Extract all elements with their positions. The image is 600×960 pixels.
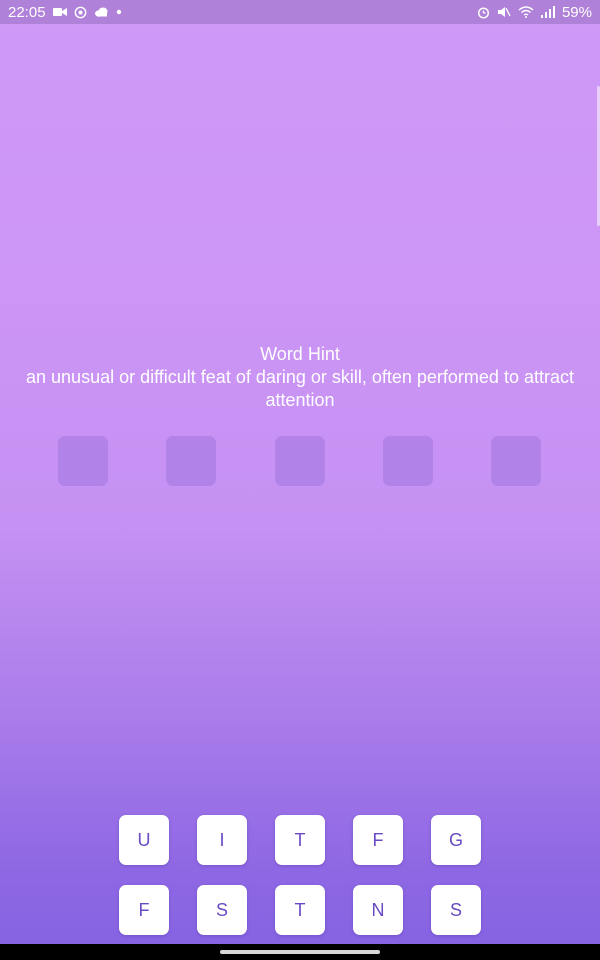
status-right: 59% — [477, 4, 592, 21]
mute-icon — [497, 6, 511, 18]
letter-key-n[interactable]: N — [353, 885, 403, 935]
signal-icon — [540, 6, 555, 18]
letter-key-t[interactable]: T — [275, 815, 325, 865]
status-time: 22:05 — [8, 3, 46, 21]
dot-icon — [116, 9, 122, 15]
hint-text: an unusual or difficult feat of daring o… — [26, 367, 574, 410]
answer-slot[interactable] — [166, 436, 216, 486]
video-icon — [52, 7, 67, 17]
wifi-icon — [518, 6, 534, 18]
letter-key-t[interactable]: T — [275, 885, 325, 935]
hint-title: Word Hint — [260, 344, 340, 364]
cloud-icon — [94, 7, 109, 17]
answer-slot[interactable] — [275, 436, 325, 486]
letter-key-u[interactable]: U — [119, 815, 169, 865]
answer-slot[interactable] — [383, 436, 433, 486]
letter-key-i[interactable]: I — [197, 815, 247, 865]
game-screen: 22:05 59% Word Hint an unusual or diffic… — [0, 0, 600, 960]
navigation-bar — [0, 944, 600, 960]
status-bar: 22:05 59% — [0, 0, 600, 24]
whatsapp-icon — [74, 6, 87, 19]
answer-slot[interactable] — [58, 436, 108, 486]
word-hint: Word Hint an unusual or difficult feat o… — [0, 343, 600, 412]
answer-slot[interactable] — [491, 436, 541, 486]
alarm-icon — [477, 6, 490, 19]
battery-percentage: 59% — [561, 3, 592, 21]
answer-slots — [0, 436, 600, 486]
letter-key-f[interactable]: F — [353, 815, 403, 865]
letter-key-f[interactable]: F — [119, 885, 169, 935]
letter-key-s[interactable]: S — [431, 885, 481, 935]
letter-key-g[interactable]: G — [431, 815, 481, 865]
status-left: 22:05 — [8, 4, 122, 21]
letter-key-s[interactable]: S — [197, 885, 247, 935]
home-gesture-handle[interactable] — [220, 950, 380, 954]
